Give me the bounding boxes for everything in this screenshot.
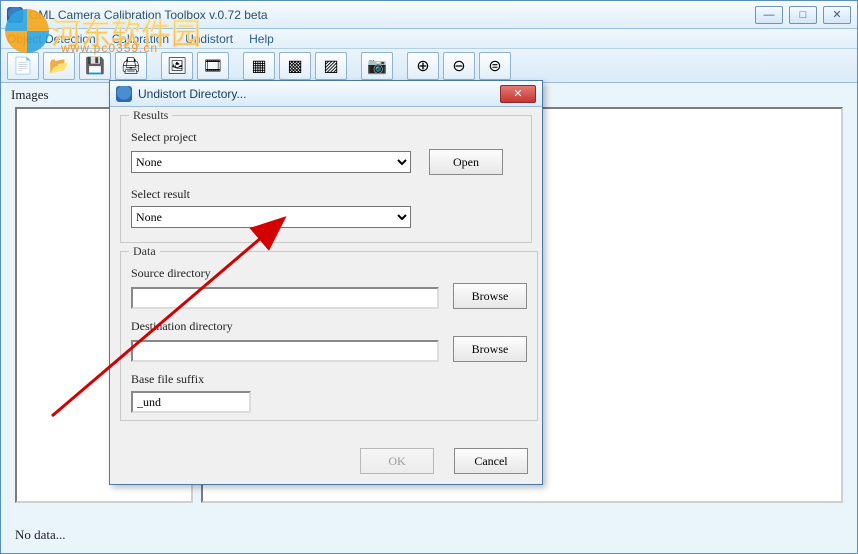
browse-destination-button[interactable]: Browse bbox=[453, 336, 527, 362]
toolbar-chessboard3-icon[interactable]: ▨ bbox=[315, 52, 347, 80]
toolbar-zoomin-icon[interactable]: ⊕ bbox=[407, 52, 439, 80]
select-result-label: Select result bbox=[131, 187, 521, 202]
suffix-label: Base file suffix bbox=[131, 372, 527, 387]
toolbar-chessboard1-icon[interactable]: ▦ bbox=[243, 52, 275, 80]
ok-button: OK bbox=[360, 448, 434, 474]
dialog-buttons: OK Cancel bbox=[360, 448, 528, 474]
toolbar-camera-icon[interactable]: 📷 bbox=[361, 52, 393, 80]
toolbar-film-icon[interactable]: 🎞 bbox=[197, 52, 229, 80]
menu-undistort[interactable]: Undistort bbox=[185, 32, 233, 46]
destination-directory-label: Destination directory bbox=[131, 319, 527, 334]
results-group: Results Select project None Open Select … bbox=[120, 115, 532, 243]
results-legend: Results bbox=[129, 108, 172, 123]
undistort-dialog: Undistort Directory... ✕ Results Select … bbox=[109, 80, 543, 485]
select-project-combo[interactable]: None bbox=[131, 151, 411, 173]
destination-directory-input[interactable] bbox=[131, 340, 439, 362]
browse-source-button[interactable]: Browse bbox=[453, 283, 527, 309]
toolbar-zoomout-icon[interactable]: ⊖ bbox=[443, 52, 475, 80]
data-group: Data Source directory Browse Destination… bbox=[120, 251, 538, 421]
menubar: Object Detection Calibration Undistort H… bbox=[1, 29, 857, 49]
maximize-button[interactable]: □ bbox=[789, 6, 817, 24]
status-text: No data... bbox=[15, 527, 66, 543]
select-project-label: Select project bbox=[131, 130, 521, 145]
app-title: GML Camera Calibration Toolbox v.0.72 be… bbox=[29, 8, 268, 22]
dialog-icon bbox=[116, 86, 132, 102]
toolbar-new-icon[interactable]: 📄 bbox=[7, 52, 39, 80]
dialog-titlebar: Undistort Directory... ✕ bbox=[110, 81, 542, 107]
data-legend: Data bbox=[129, 244, 160, 259]
source-directory-label: Source directory bbox=[131, 266, 527, 281]
toolbar-zoomreset-icon[interactable]: ⊜ bbox=[479, 52, 511, 80]
minimize-button[interactable]: — bbox=[755, 6, 783, 24]
select-result-combo[interactable]: None bbox=[131, 206, 411, 228]
menu-calibration[interactable]: Calibration bbox=[112, 32, 169, 46]
toolbar-chessboard2-icon[interactable]: ▩ bbox=[279, 52, 311, 80]
app-icon bbox=[7, 7, 23, 23]
toolbar-print-icon[interactable]: 🖨 bbox=[115, 52, 147, 80]
suffix-input[interactable] bbox=[131, 391, 251, 413]
close-button[interactable]: ✕ bbox=[823, 6, 851, 24]
toolbar-open-icon[interactable]: 📂 bbox=[43, 52, 75, 80]
dialog-close-button[interactable]: ✕ bbox=[500, 85, 536, 103]
menu-help[interactable]: Help bbox=[249, 32, 274, 46]
cancel-button[interactable]: Cancel bbox=[454, 448, 528, 474]
source-directory-input[interactable] bbox=[131, 287, 439, 309]
images-label: Images bbox=[11, 87, 49, 103]
toolbar-addimage-icon[interactable]: 🖼 bbox=[161, 52, 193, 80]
toolbar-save-icon[interactable]: 💾 bbox=[79, 52, 111, 80]
open-button[interactable]: Open bbox=[429, 149, 503, 175]
menu-object-detection[interactable]: Object Detection bbox=[7, 32, 96, 46]
toolbar: 📄 📂 💾 🖨 🖼 🎞 ▦ ▩ ▨ 📷 ⊕ ⊖ ⊜ bbox=[1, 49, 857, 83]
titlebar: GML Camera Calibration Toolbox v.0.72 be… bbox=[1, 1, 857, 29]
dialog-title: Undistort Directory... bbox=[138, 87, 246, 101]
